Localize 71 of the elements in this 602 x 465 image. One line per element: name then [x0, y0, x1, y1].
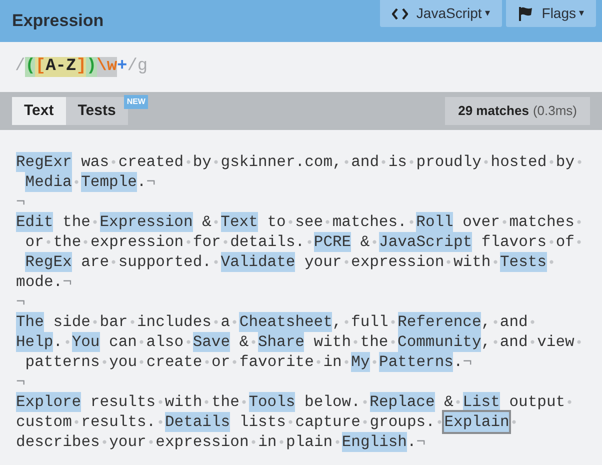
match-highlight: You [72, 332, 100, 352]
match-highlight: PCRE [314, 232, 352, 252]
editor-text: output [500, 392, 574, 412]
tab[interactable]: Text [12, 97, 66, 125]
match-highlight: Replace [370, 392, 435, 412]
editor-text: .¬ [136, 172, 156, 192]
match-count: 29 matches (0.3ms) [445, 97, 590, 125]
editor-text: with the [304, 332, 398, 352]
editor-text: & [230, 332, 258, 352]
editor-text: describes your expression in plain [16, 432, 342, 452]
match-highlight: Community [398, 332, 482, 352]
tab[interactable]: Tests [66, 97, 128, 125]
flag-icon [518, 6, 534, 22]
match-highlight: Save [192, 332, 230, 352]
match-highlight: English [342, 432, 407, 452]
match-highlight: Tools [248, 392, 296, 412]
new-badge: NEW [124, 95, 148, 109]
editor-text: your expression with [295, 252, 500, 272]
editor-text: , and view [481, 332, 584, 352]
editor-text: .¬ [453, 352, 472, 372]
match-highlight: Edit [16, 212, 54, 232]
match-highlight: Validate [220, 252, 296, 272]
editor-text: , and [481, 312, 538, 332]
match-highlight: Media [25, 172, 72, 192]
editor-text: flavors of [472, 232, 584, 252]
editor-text: ¬ [16, 292, 26, 312]
match-highlight: Help [16, 332, 54, 352]
editor-text: custom results. [16, 412, 165, 432]
match-highlight: RegExr [16, 152, 72, 172]
dropdown-button[interactable]: JavaScript ▾ [380, 0, 502, 27]
match-highlight: JavaScript [379, 232, 472, 252]
match-highlight: Patterns [379, 352, 454, 372]
dropdown-button[interactable]: Flags ▾ [506, 0, 596, 27]
match-highlight: Reference [398, 312, 482, 332]
editor-text: below. [295, 392, 370, 412]
match-highlight: List [462, 392, 500, 412]
editor-text: or the expression for details. [16, 232, 314, 252]
editor-text: was created by gskinner.com, and is proudly hosted by [72, 152, 584, 172]
editor-text: the [53, 212, 100, 232]
editor-text: lists capture groups. [230, 412, 444, 432]
editor-text: can also [100, 332, 193, 352]
editor-text: .¬ [406, 432, 426, 452]
match-highlight: Explain [444, 412, 510, 432]
match-highlight: Tests [500, 252, 547, 272]
editor-text: side bar includes a [44, 312, 240, 332]
editor-text: patterns you create or favorite in [16, 352, 352, 372]
editor-text: results with the [81, 392, 249, 412]
match-highlight: Temple [81, 172, 137, 192]
match-highlight: My [351, 352, 370, 372]
match-highlight: The [16, 312, 44, 332]
editor-text: ¬ [16, 372, 26, 392]
editor-text: & [434, 392, 463, 412]
code-icon [392, 8, 408, 20]
editor-text: , full [332, 312, 398, 332]
editor-text: & [192, 212, 221, 232]
match-highlight: Share [258, 332, 304, 352]
match-highlight: Text [220, 212, 258, 232]
editor-text: & [351, 232, 380, 252]
match-highlight: RegEx [25, 252, 72, 272]
match-highlight: Cheatsheet [239, 312, 332, 332]
editor-text: mode.¬ [16, 272, 72, 292]
editor-text: are supported. [72, 252, 221, 272]
match-highlight: Explore [16, 392, 82, 412]
editor-text: ¬ [16, 192, 26, 212]
match-highlight: Details [164, 412, 230, 432]
editor-text: to see matches. [258, 212, 416, 232]
match-highlight: Expression [100, 212, 193, 232]
editor-text: over matches [453, 212, 584, 232]
match-highlight: Roll [416, 212, 454, 232]
section-title: Expression [12, 10, 104, 32]
expression-field[interactable]: /([A-Z])\w+/g [15, 57, 148, 77]
